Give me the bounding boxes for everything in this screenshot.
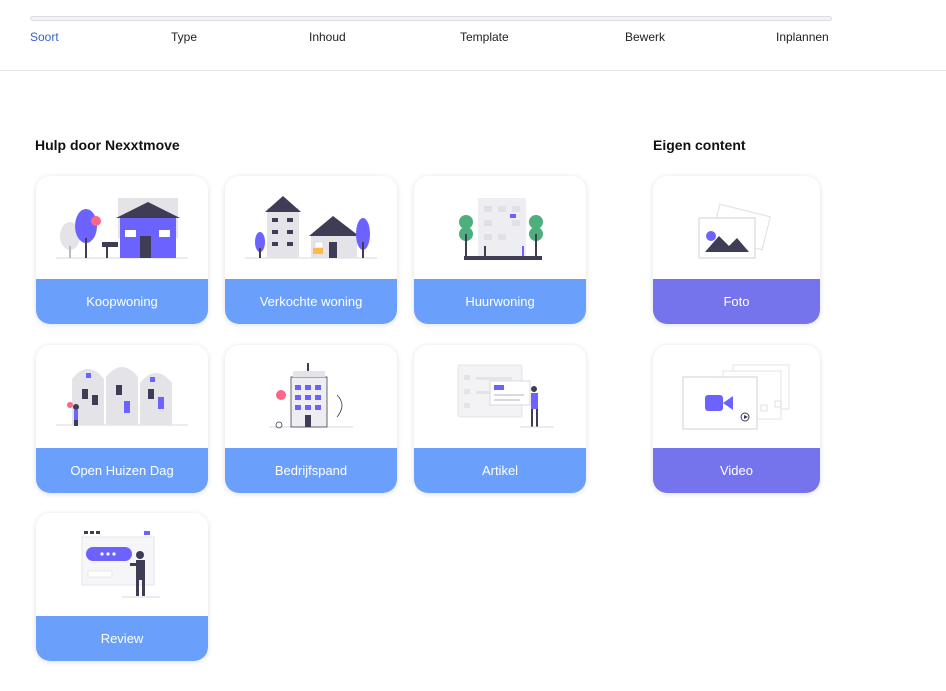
help-section-title: Hulp door Nexxtmove <box>35 137 180 153</box>
card-label: Koopwoning <box>36 279 208 324</box>
card-verkochte-woning[interactable]: Verkochte woning <box>225 176 397 324</box>
step-type[interactable]: Type <box>171 30 197 44</box>
review-illustration <box>36 513 208 617</box>
card-label: Artikel <box>414 448 586 493</box>
video-illustration <box>653 345 820 449</box>
sold-houses-illustration <box>225 176 397 280</box>
step-soort[interactable]: Soort <box>30 30 59 44</box>
card-huurwoning[interactable]: Huurwoning <box>414 176 586 324</box>
house-illustration <box>36 176 208 280</box>
own-content-section-title: Eigen content <box>653 137 746 153</box>
card-foto[interactable]: Foto <box>653 176 820 324</box>
step-inplannen[interactable]: Inplannen <box>776 30 829 44</box>
card-label: Bedrijfspand <box>225 448 397 493</box>
card-label: Open Huizen Dag <box>36 448 208 493</box>
card-review[interactable]: Review <box>36 513 208 661</box>
open-house-illustration <box>36 345 208 449</box>
article-illustration <box>414 345 586 449</box>
card-label: Video <box>653 448 820 493</box>
progress-bar <box>30 16 832 21</box>
office-building-illustration <box>225 345 397 449</box>
card-label: Verkochte woning <box>225 279 397 324</box>
step-inhoud[interactable]: Inhoud <box>309 30 346 44</box>
step-bewerk[interactable]: Bewerk <box>625 30 665 44</box>
card-label: Review <box>36 616 208 661</box>
card-video[interactable]: Video <box>653 345 820 493</box>
card-label: Huurwoning <box>414 279 586 324</box>
step-progress-header: Soort Type Inhoud Template Bewerk Inplan… <box>0 0 946 71</box>
step-template[interactable]: Template <box>460 30 509 44</box>
rental-building-illustration <box>414 176 586 280</box>
card-artikel[interactable]: Artikel <box>414 345 586 493</box>
card-open-huizen-dag[interactable]: Open Huizen Dag <box>36 345 208 493</box>
card-bedrijfspand[interactable]: Bedrijfspand <box>225 345 397 493</box>
card-koopwoning[interactable]: Koopwoning <box>36 176 208 324</box>
photo-illustration <box>653 176 820 280</box>
card-label: Foto <box>653 279 820 324</box>
